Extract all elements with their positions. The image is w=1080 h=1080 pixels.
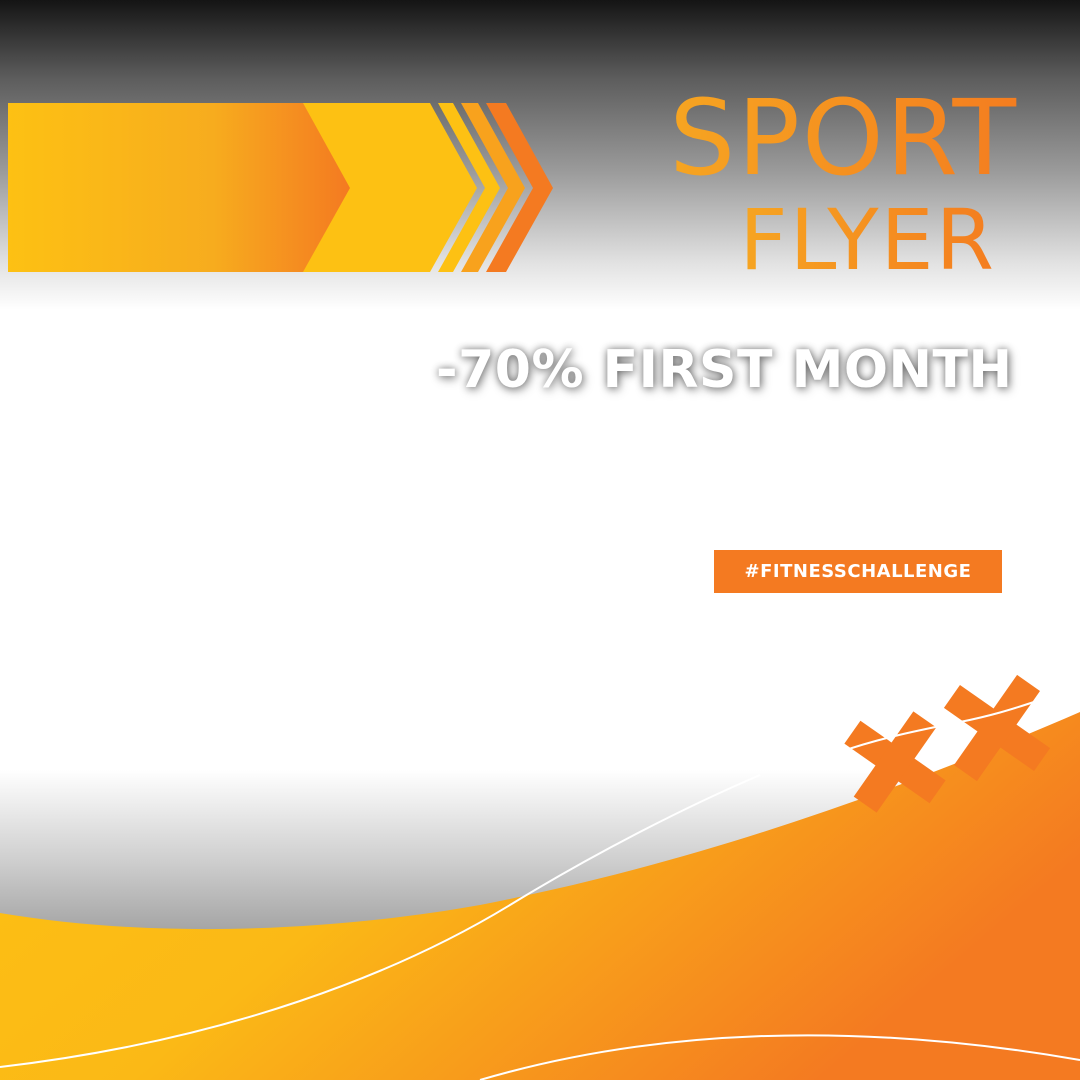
promo-text: -70% FIRST MONTH (436, 340, 1013, 400)
title-flyer: FLYER (739, 191, 996, 289)
hashtag-label: #FITNESSCHALLENGE (744, 561, 972, 582)
banner-arrow-group (8, 103, 553, 272)
banner-gradient-chevron (8, 103, 350, 272)
title-sport: SPORT (669, 77, 1018, 199)
hashtag-badge: #FITNESSCHALLENGE (714, 550, 1002, 593)
